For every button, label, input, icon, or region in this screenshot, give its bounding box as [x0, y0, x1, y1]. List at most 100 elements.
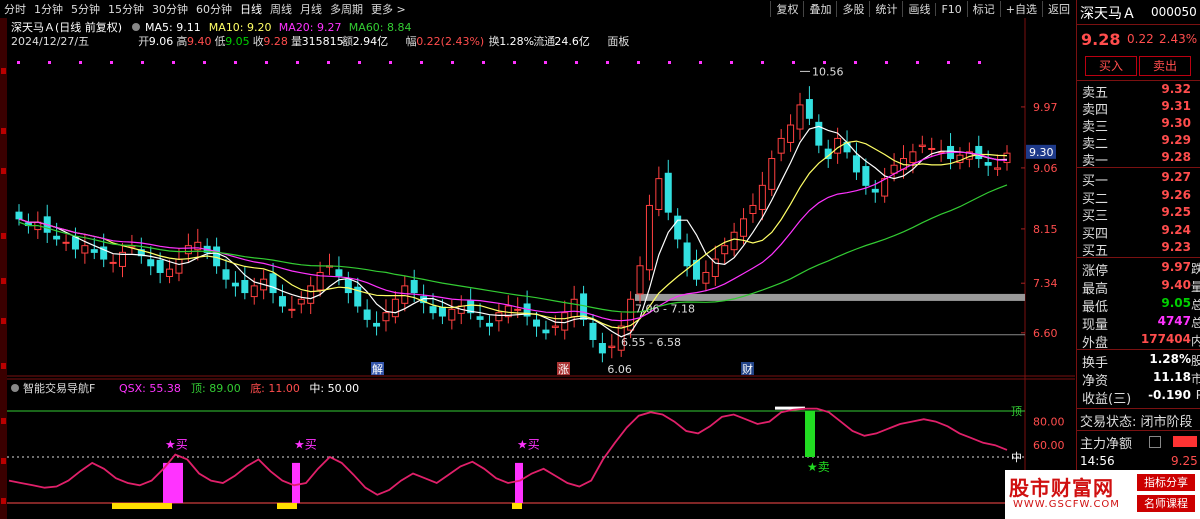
- row-value: 9.31: [1161, 99, 1191, 113]
- row-value: 177404: [1140, 332, 1191, 346]
- ohlc-field: 9.40: [187, 35, 212, 48]
- row-label: 买二: [1082, 191, 1109, 207]
- candle-body: [994, 167, 1002, 170]
- candle-body: [269, 273, 277, 294]
- candle-body: [495, 312, 503, 322]
- row-label: 净资: [1082, 374, 1109, 389]
- period-tab-9[interactable]: 多周期: [326, 1, 367, 17]
- period-tab-8[interactable]: 月线: [296, 1, 326, 17]
- toolbar-button-1[interactable]: 叠加: [803, 1, 836, 17]
- sell-button[interactable]: 卖出: [1139, 56, 1191, 76]
- candle-body: [109, 261, 117, 264]
- signal-dot: [451, 61, 454, 64]
- period-tab-6[interactable]: 日线: [236, 1, 266, 17]
- last-price: 9.28: [1081, 30, 1121, 49]
- candle-body: [608, 345, 616, 349]
- side-tab-marker[interactable]: [1, 458, 6, 464]
- candle-body: [815, 121, 823, 146]
- signal-dot: [265, 61, 268, 64]
- ohlc-field: 流通: [533, 34, 555, 48]
- side-tab-marker[interactable]: [1, 318, 6, 324]
- candle-body: [401, 285, 409, 304]
- toolbar-button-7[interactable]: +自选: [999, 1, 1042, 17]
- candle-body: [758, 184, 766, 210]
- stat-row: 最低 9.05 总: [1077, 296, 1200, 315]
- period-tab-10[interactable]: 更多 >: [367, 1, 410, 17]
- ohlc-field: 1.28%: [499, 35, 534, 48]
- side-tab-marker[interactable]: [1, 278, 6, 284]
- candle-body: [373, 322, 381, 327]
- row-label: 买五: [1082, 244, 1109, 259]
- row-tail: 股: [1190, 354, 1200, 368]
- candle-body: [881, 178, 889, 197]
- signal-dot: [792, 61, 795, 64]
- side-tab-marker[interactable]: [1, 128, 6, 134]
- row-value: 9.05: [1161, 296, 1191, 310]
- period-tab-0[interactable]: 分时: [0, 1, 30, 17]
- ohlc-field: 24.6亿: [554, 35, 590, 48]
- resistance-zone: [635, 293, 1025, 301]
- signal-dot: [513, 61, 516, 64]
- side-tab-marker[interactable]: [1, 498, 6, 504]
- toolbar-button-5[interactable]: F10: [935, 2, 966, 16]
- signal-dot: [358, 61, 361, 64]
- indicator-axis-label: 80.00: [1033, 416, 1065, 429]
- signal-dot: [17, 61, 20, 64]
- row-value: 9.32: [1161, 82, 1191, 96]
- buy-signal-label: ★买: [165, 438, 188, 452]
- grid-icon[interactable]: [1149, 436, 1161, 448]
- period-tab-5[interactable]: 60分钟: [192, 1, 236, 17]
- period-tab-3[interactable]: 15分钟: [104, 1, 148, 17]
- side-tab-marker[interactable]: [1, 363, 6, 369]
- period-tab-2[interactable]: 5分钟: [67, 1, 104, 17]
- toolbar-button-0[interactable]: 复权: [770, 1, 803, 17]
- toolbar-button-8[interactable]: 返回: [1042, 1, 1075, 17]
- row-value: 9.27: [1161, 170, 1191, 184]
- candle-body: [81, 245, 89, 254]
- watermark-tag-course: 名师课程: [1137, 495, 1195, 512]
- candle-body: [777, 137, 785, 154]
- price-axis-label: 8.15: [1033, 223, 1058, 236]
- buy-button[interactable]: 买入: [1085, 56, 1137, 76]
- row-label: 卖一: [1082, 154, 1109, 169]
- signal-dot: [978, 61, 981, 64]
- price-axis-label: 9.06: [1033, 162, 1058, 175]
- side-tab-marker[interactable]: [1, 168, 6, 174]
- row-label: 最低: [1082, 300, 1109, 315]
- main-net-label: 主力净额: [1080, 437, 1133, 452]
- signal-dot: [637, 61, 640, 64]
- side-tab-marker[interactable]: [1, 418, 6, 424]
- kline-chart[interactable]: 深天马Ａ(日线 前复权) MA5: 9.11 MA10: 9.20 MA20: 9.2…: [7, 18, 1075, 519]
- candle-body: [645, 204, 653, 271]
- candle-body: [852, 155, 860, 173]
- chart-title: 深天马Ａ(日线 前复权): [11, 20, 122, 34]
- ohlc-field: 低: [215, 35, 226, 48]
- candle-body: [288, 308, 296, 311]
- period-toolbar: 分时 1分钟 5分钟 15分钟 30分钟 60分钟 日线 周线 月线 多周期 更多 > 复权 叠加 多股统…: [0, 0, 1075, 19]
- candle-body: [768, 158, 776, 190]
- toolbar-button-2[interactable]: 多股: [836, 1, 869, 17]
- toolbar-button-6[interactable]: 标记: [966, 1, 1000, 17]
- side-tab-marker[interactable]: [1, 233, 6, 239]
- row-value: 4747: [1157, 314, 1191, 328]
- period-tab-1[interactable]: 1分钟: [30, 1, 67, 17]
- side-tab-marker[interactable]: [1, 68, 6, 74]
- candle-body: [344, 279, 352, 294]
- candle-body: [871, 188, 879, 193]
- high-annotation: 10.56: [812, 65, 844, 78]
- row-tail: 总: [1190, 316, 1200, 330]
- candle-body: [551, 325, 559, 328]
- candle-body: [721, 245, 729, 255]
- side-tab-strip[interactable]: [0, 18, 7, 519]
- ohlc-field: 高: [176, 34, 187, 48]
- toolbar-button-3[interactable]: 统计: [869, 1, 902, 17]
- watermark-title: 股市财富网: [1009, 476, 1114, 500]
- period-tab-7[interactable]: 周线: [266, 1, 296, 17]
- signal-dot: [575, 61, 578, 64]
- sell-signal-bar: [805, 410, 815, 457]
- row-value: 9.28: [1161, 150, 1191, 164]
- ohlc-field: 面板: [607, 34, 629, 48]
- toolbar-button-4[interactable]: 画线: [902, 1, 935, 17]
- candle-body: [438, 306, 446, 317]
- period-tab-4[interactable]: 30分钟: [148, 1, 192, 17]
